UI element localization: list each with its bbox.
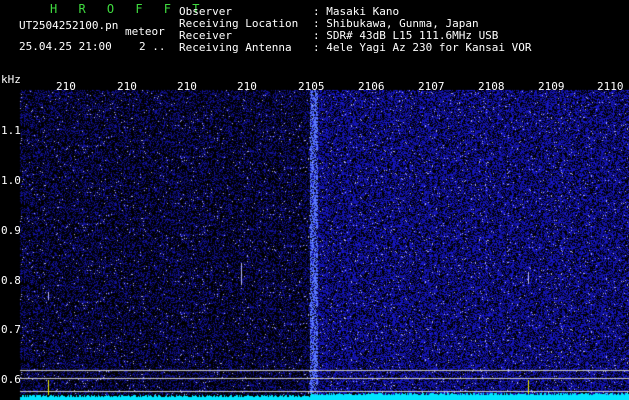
datetime: 25.04.25 21:00 — [19, 40, 112, 53]
x-tick: 210 — [177, 80, 197, 93]
filename: UT2504252100.pn — [19, 19, 119, 32]
x-tick: 2107 — [418, 80, 445, 93]
y-unit-label: kHz — [1, 73, 21, 86]
antenna-label: Receiving Antenna — [179, 41, 292, 54]
y-tick: 0.6 — [1, 373, 21, 386]
x-tick: 2105 — [298, 80, 325, 93]
x-tick: 210 — [56, 80, 76, 93]
y-tick: 1.1 — [1, 124, 21, 137]
x-tick: 2110 — [597, 80, 624, 93]
count: 2 .. — [139, 40, 166, 53]
antenna-value: : 4ele Yagi Az 230 for Kansai VOR — [313, 41, 532, 54]
x-tick: 210 — [237, 80, 257, 93]
x-tick: 2108 — [478, 80, 505, 93]
meteor-label: meteor — [125, 25, 165, 38]
x-tick: 2109 — [538, 80, 565, 93]
y-tick: 0.7 — [1, 323, 21, 336]
y-tick: 0.8 — [1, 274, 21, 287]
spectrogram-canvas — [0, 0, 629, 400]
y-tick: 1.0 — [1, 174, 21, 187]
x-tick: 210 — [117, 80, 137, 93]
x-tick: 2106 — [358, 80, 385, 93]
y-tick: 0.9 — [1, 224, 21, 237]
